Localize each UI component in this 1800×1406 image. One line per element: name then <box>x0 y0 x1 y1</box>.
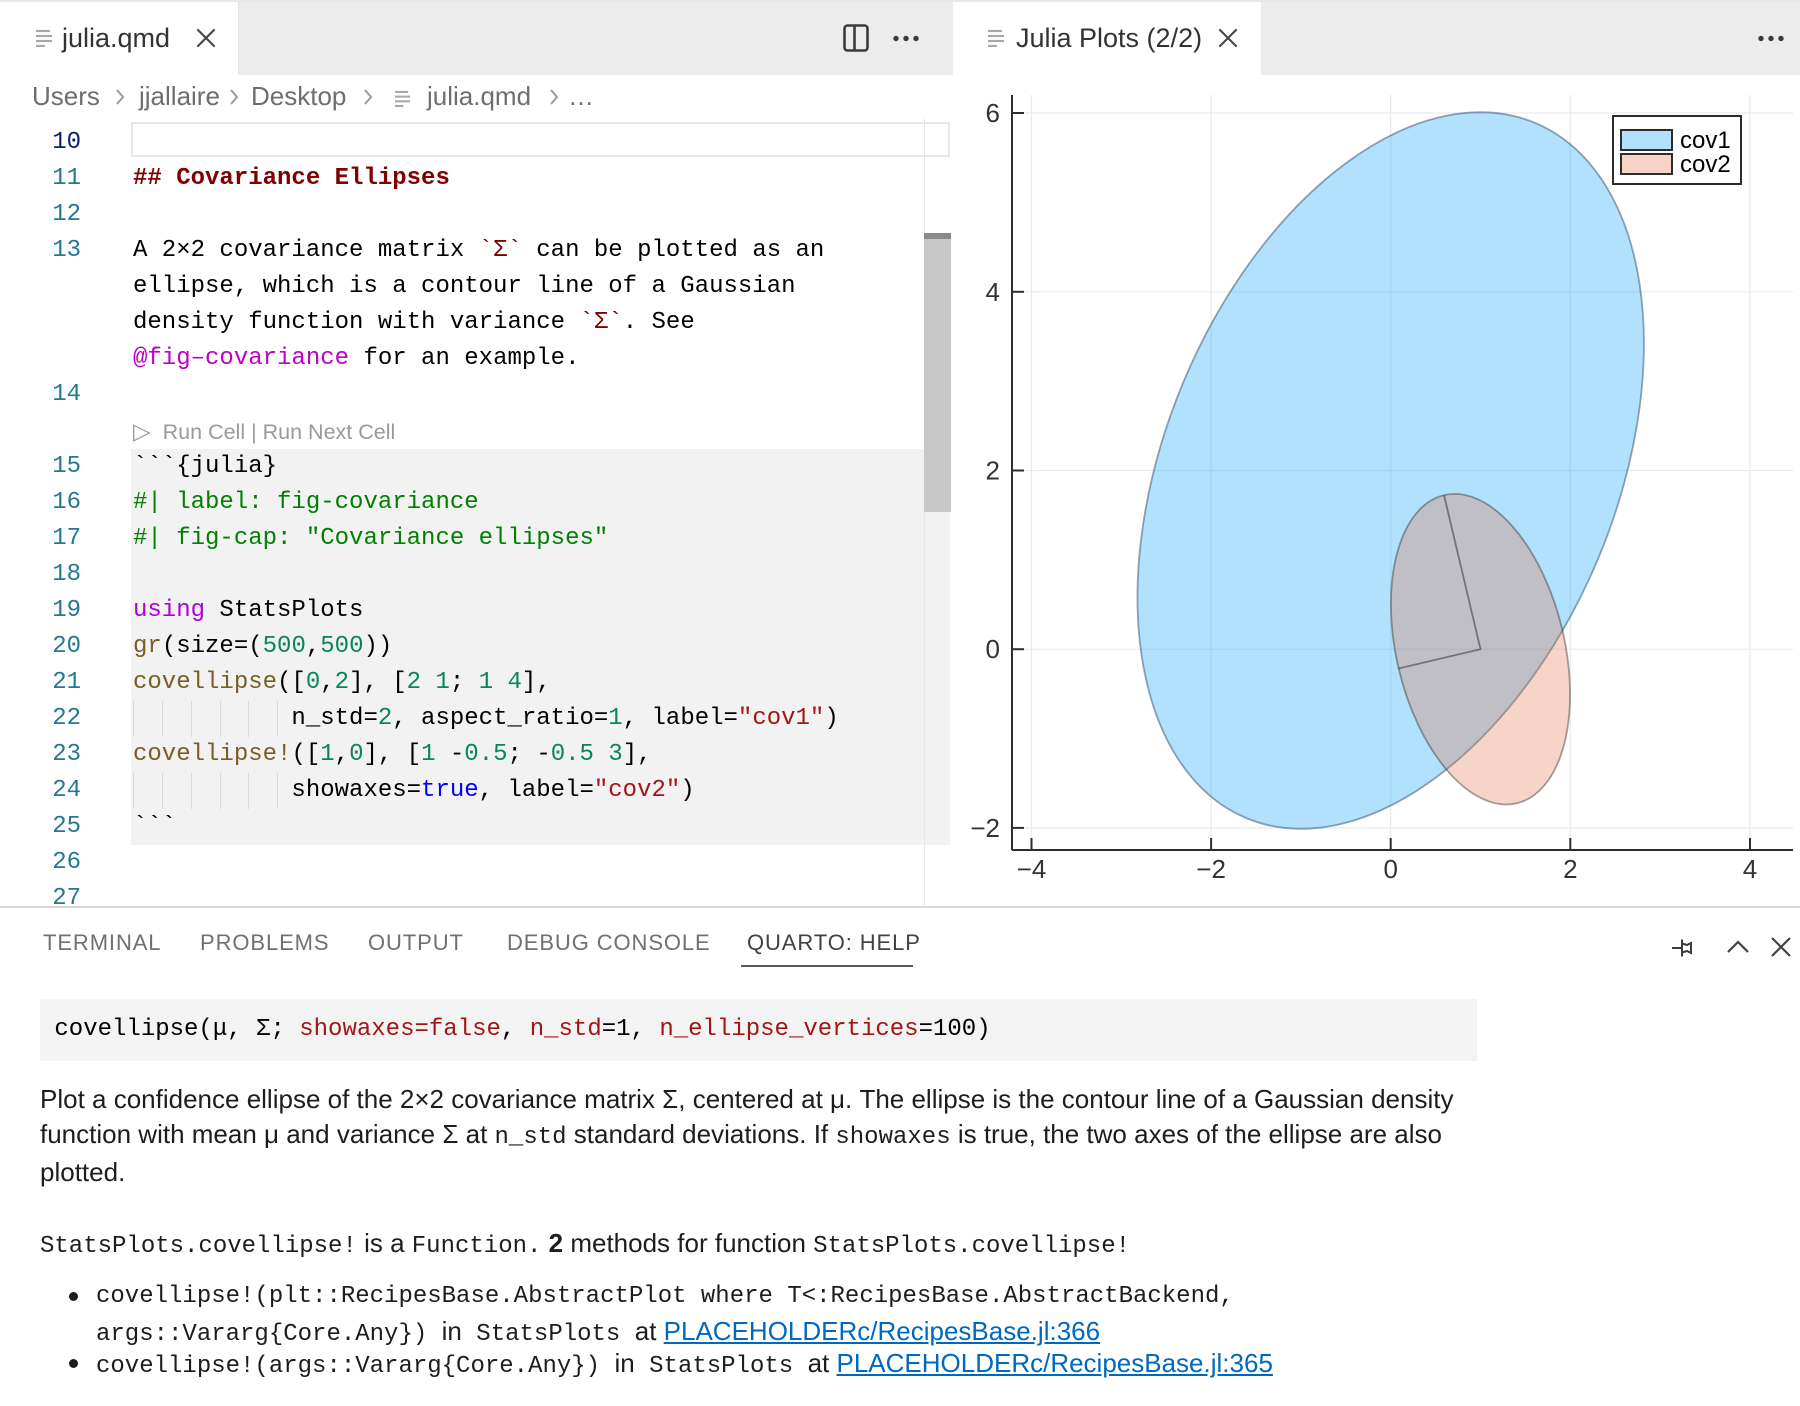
svg-text:2: 2 <box>986 456 1000 486</box>
svg-text:cov2: cov2 <box>1680 151 1731 178</box>
svg-text:2: 2 <box>1563 854 1577 884</box>
svg-text:0: 0 <box>1383 854 1397 884</box>
svg-text:4: 4 <box>1743 854 1757 884</box>
svg-text:0: 0 <box>986 634 1000 664</box>
svg-text:−4: −4 <box>1017 854 1047 884</box>
svg-text:−2: −2 <box>1196 854 1226 884</box>
svg-text:6: 6 <box>986 98 1000 128</box>
svg-text:−2: −2 <box>970 813 1000 843</box>
svg-text:4: 4 <box>986 277 1000 307</box>
svg-text:cov1: cov1 <box>1680 127 1731 154</box>
